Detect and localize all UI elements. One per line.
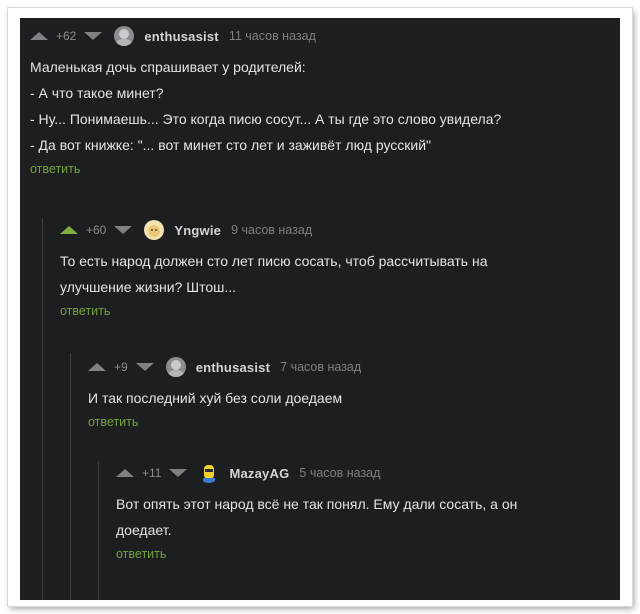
comment-header: +11 MazayAG 5 часов назад [116,463,615,483]
avatar[interactable] [144,220,165,240]
avatar[interactable] [114,26,135,46]
comment-body: То есть народ должен сто лет писю сосать… [60,248,615,300]
comment-body: Маленькая дочь спрашивает у родителей: -… [30,54,615,158]
reply-link[interactable]: ответить [116,547,615,561]
comment-author[interactable]: enthusasist [196,360,270,375]
comment: +62 enthusasist 11 часов назад Маленькая… [30,26,615,176]
upvote-icon[interactable] [60,226,78,234]
avatar[interactable] [199,463,220,483]
comment-text-line: И так последний хуй без соли доедаем [88,390,343,406]
comment-text-line: Вот опять этот народ всё не так понял. Е… [116,496,518,512]
thread-line [42,218,43,600]
comment: +11 MazayAG 5 часов назад Вот опять этот… [116,463,615,561]
thread-line [70,353,71,600]
comment-text-line: - А что такое минет? [30,85,164,101]
avatar[interactable] [165,357,186,377]
comment-time[interactable]: 5 часов назад [299,466,380,480]
comment-text-line: - Ну... Понимаешь... Это когда писю сосу… [30,111,502,127]
downvote-icon[interactable] [84,32,103,40]
comment-text-line: улучшение жизни? Штош... [60,279,237,295]
comment-rating: +62 [56,29,77,43]
comment-author[interactable]: MazayAG [229,466,289,481]
reply-link[interactable]: ответить [88,415,615,429]
comment-time[interactable]: 11 часов назад [229,29,316,43]
comment: +60 Yngwie 9 часов назад То есть народ д… [60,220,615,318]
comment-text-line: доедает. [116,522,172,538]
comment-text-line: - Да вот книжке: "... вот минет сто лет … [30,137,432,153]
comments-panel: +62 enthusasist 11 часов назад Маленькая… [20,18,620,600]
comment-header: +62 enthusasist 11 часов назад [30,26,615,46]
comment-header: +9 enthusasist 7 часов назад [88,357,615,377]
comment-rating: +9 [114,360,128,374]
upvote-icon[interactable] [30,32,48,40]
downvote-icon[interactable] [169,469,188,477]
comment-rating: +11 [142,466,162,480]
comment-text-line: То есть народ должен сто лет писю сосать… [60,253,488,269]
comment-author[interactable]: enthusasist [144,29,218,44]
comment-text-line: Маленькая дочь спрашивает у родителей: [30,59,306,75]
comment-body: И так последний хуй без соли доедаем [88,385,615,411]
upvote-icon[interactable] [88,363,106,371]
comment: +9 enthusasist 7 часов назад И так после… [88,357,615,429]
thread-line [98,461,99,600]
comment-header: +60 Yngwie 9 часов назад [60,220,615,240]
comment-time[interactable]: 7 часов назад [280,360,361,374]
reply-link[interactable]: ответить [30,162,615,176]
upvote-icon[interactable] [116,469,134,477]
comment-time[interactable]: 9 часов назад [231,223,312,237]
comment-body: Вот опять этот народ всё не так понял. Е… [116,491,615,543]
reply-link[interactable]: ответить [60,304,615,318]
comment-rating: +60 [86,223,107,237]
downvote-icon[interactable] [135,363,154,371]
comment-author[interactable]: Yngwie [174,223,221,238]
downvote-icon[interactable] [114,226,133,234]
